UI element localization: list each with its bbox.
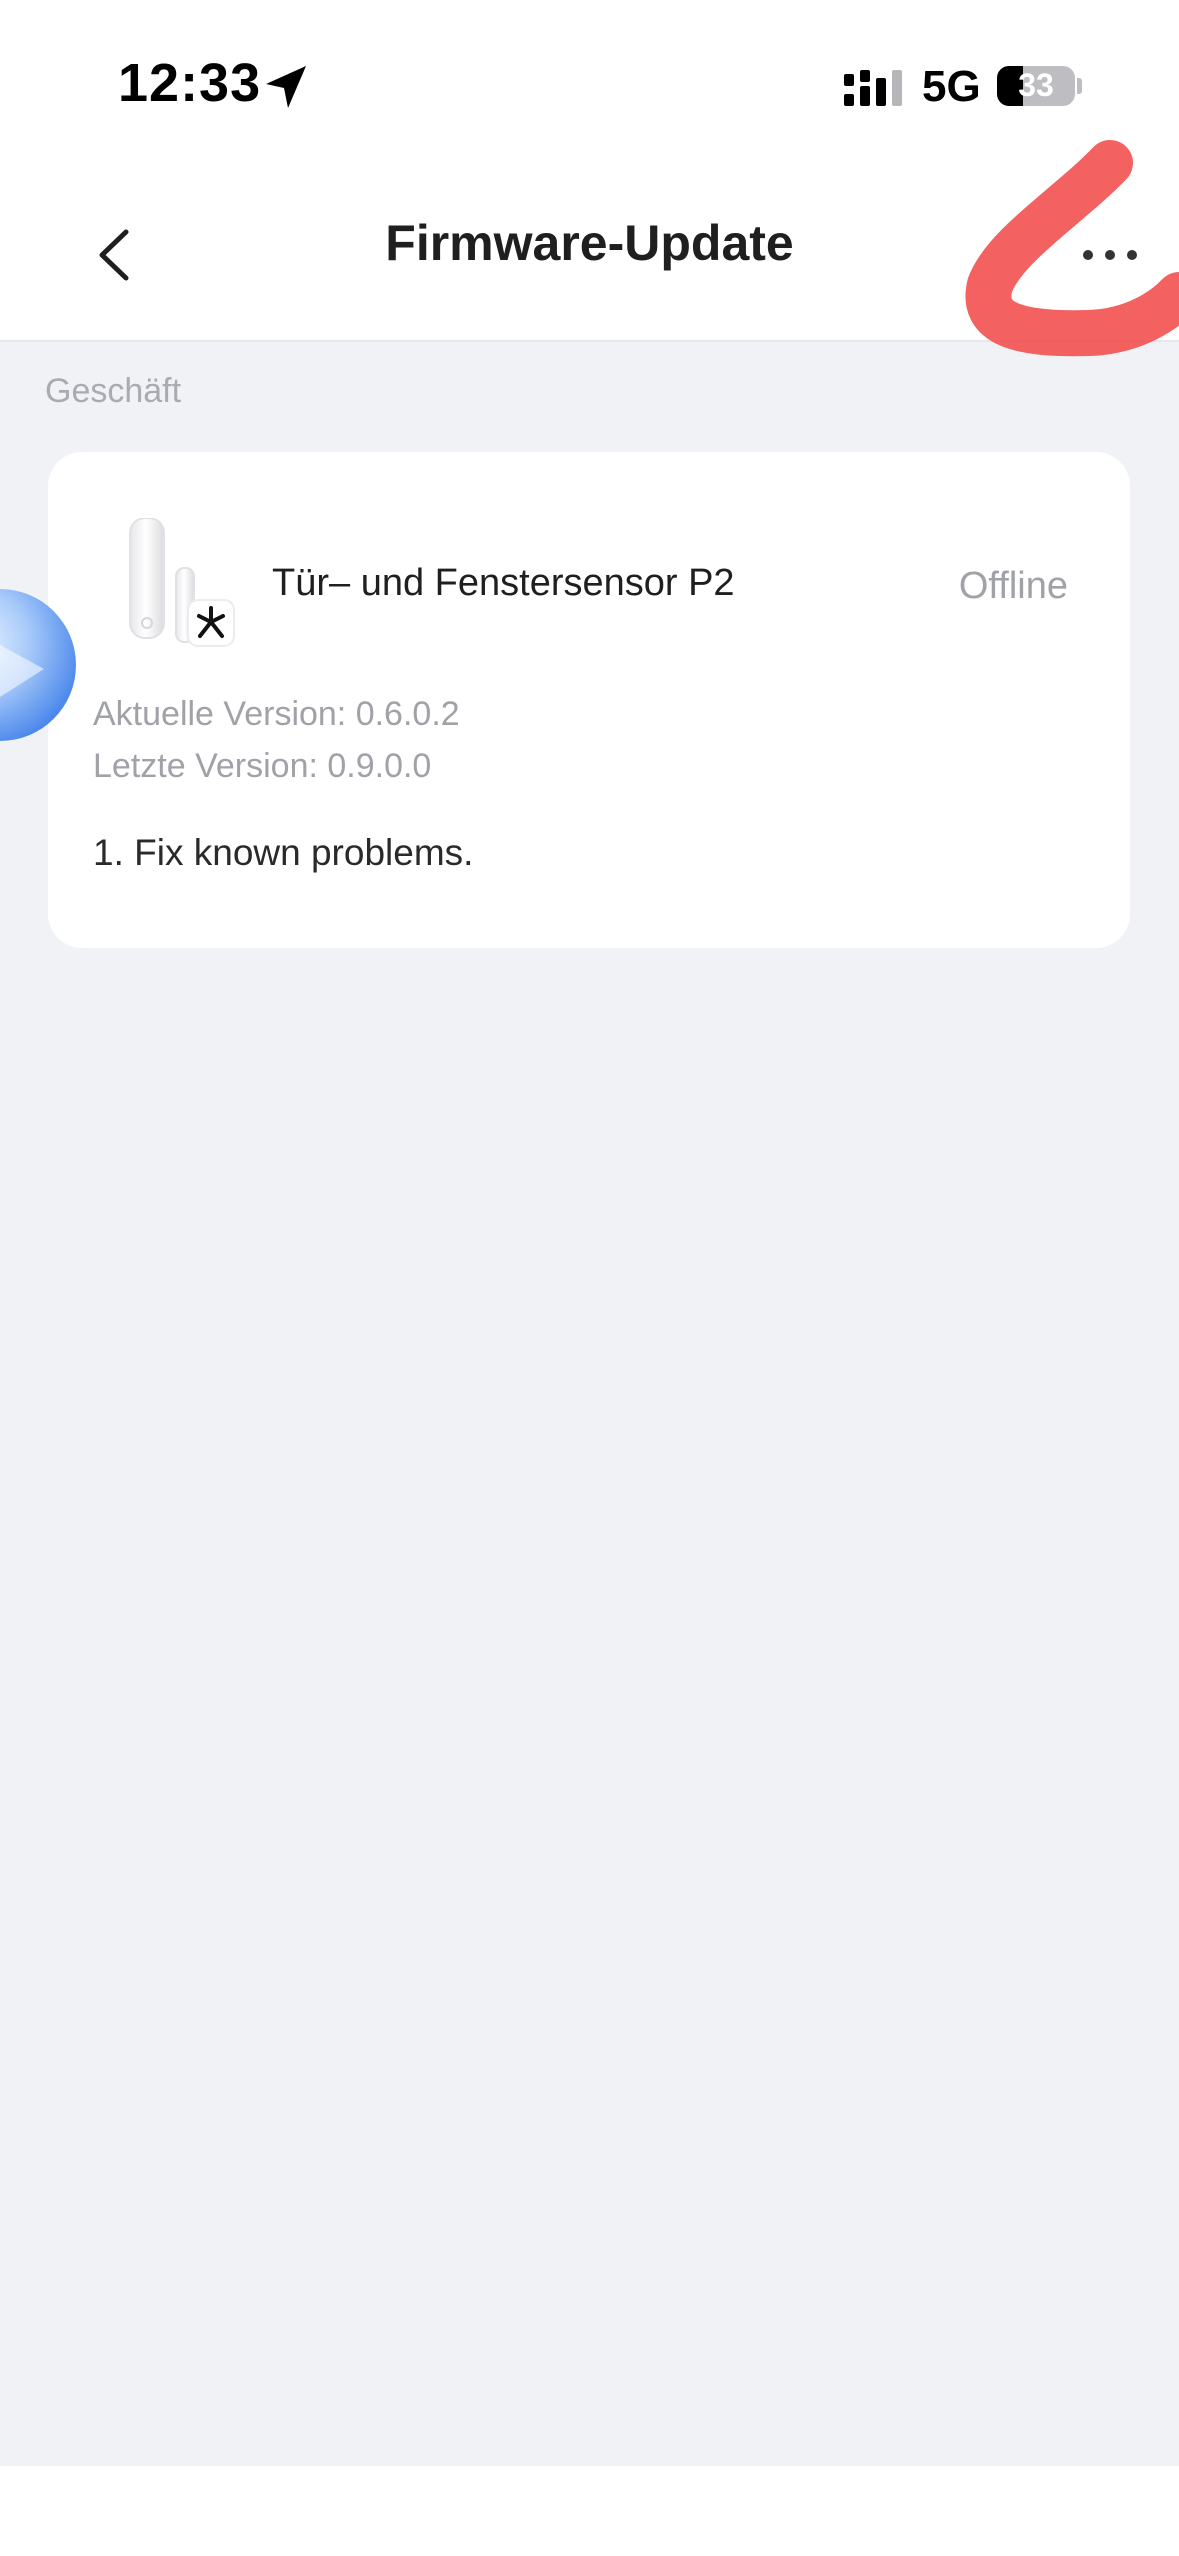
device-card[interactable]: Tür– und Fenstersensor P2 Offline Aktuel… xyxy=(48,452,1130,948)
battery-cap xyxy=(1077,78,1082,94)
device-name: Tür– und Fenstersensor P2 xyxy=(272,562,735,604)
location-arrow-icon xyxy=(266,66,306,108)
section-label: Geschäft xyxy=(45,372,182,410)
door-window-sensor-icon xyxy=(129,518,235,647)
latest-version: Letzte Version: 0.9.0.0 xyxy=(93,747,432,785)
network-type: 5G xyxy=(922,62,981,111)
release-notes: 1. Fix known problems. xyxy=(93,832,474,873)
device-status: Offline xyxy=(958,565,1068,607)
battery-level: 33 xyxy=(1018,67,1054,103)
current-version: Aktuelle Version: 0.6.0.2 xyxy=(93,695,460,733)
status-time: 12:33 xyxy=(118,53,262,113)
bottom-area xyxy=(0,2466,1179,2556)
annotation-mark xyxy=(965,140,1179,357)
assistant-bubble-icon[interactable] xyxy=(0,585,78,745)
battery-icon: 33 xyxy=(997,66,1075,106)
cellular-signal-icon xyxy=(844,70,902,106)
zigbee-badge-icon xyxy=(187,599,235,647)
